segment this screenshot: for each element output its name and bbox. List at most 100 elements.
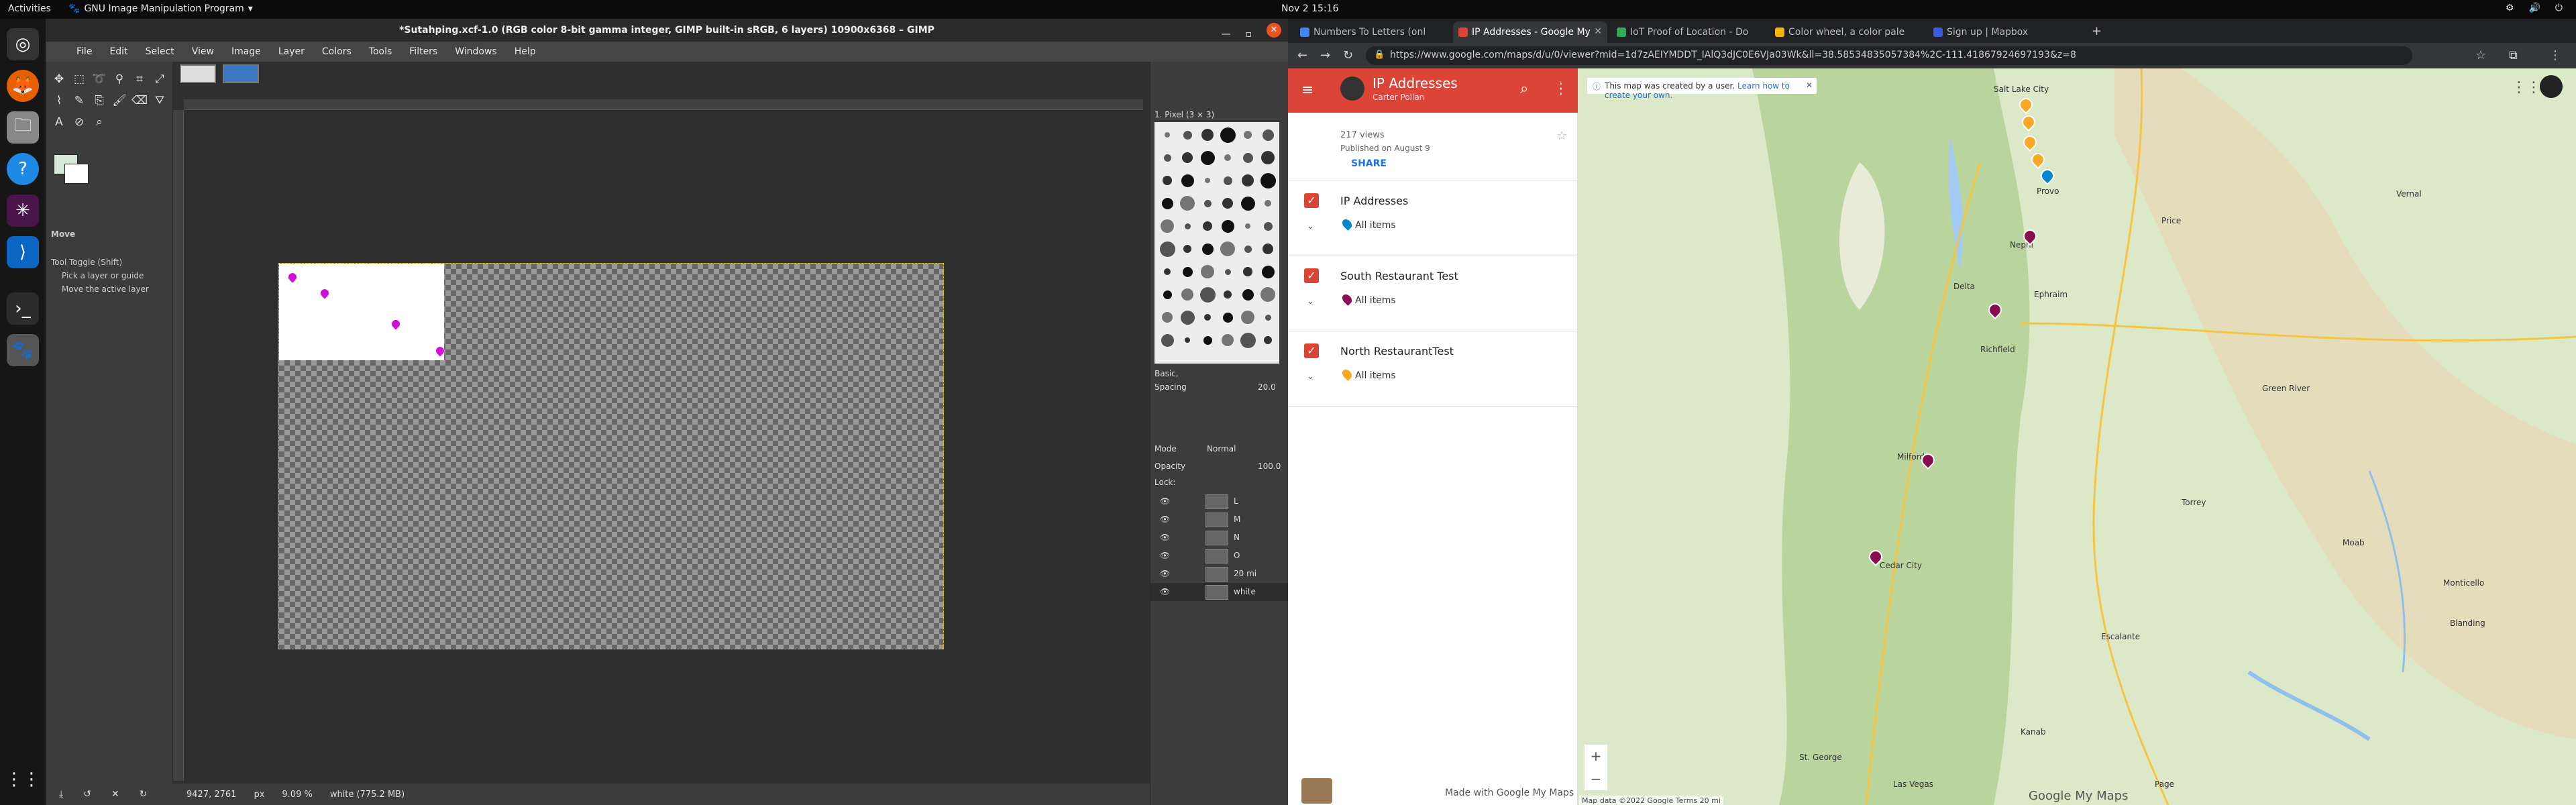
- menu-icon[interactable]: ⋮: [2549, 48, 2561, 62]
- image-tab[interactable]: [223, 64, 259, 83]
- close-icon[interactable]: ✕: [1806, 80, 1813, 90]
- spacing-value[interactable]: 20.0: [1258, 382, 1276, 392]
- menu-windows[interactable]: Windows: [455, 46, 497, 57]
- image-canvas[interactable]: [278, 263, 944, 649]
- eye-icon[interactable]: 👁: [1160, 569, 1170, 578]
- menu-tools[interactable]: Tools: [369, 46, 392, 57]
- author-thumbnail[interactable]: [1301, 778, 1332, 804]
- layer-items[interactable]: All items: [1355, 370, 1396, 381]
- map-author[interactable]: Carter Pollan: [1373, 93, 1424, 102]
- more-vert-icon[interactable]: ⋮: [1554, 80, 1568, 97]
- hamburger-icon[interactable]: ≡: [1301, 82, 1313, 99]
- back-icon[interactable]: ←: [1297, 48, 1307, 62]
- address-bar[interactable]: 🔒 https://www.google.com/maps/d/u/0/view…: [1366, 46, 2412, 65]
- brush-preview[interactable]: [1200, 150, 1215, 165]
- layer-name[interactable]: O: [1234, 551, 1240, 560]
- brush-preview[interactable]: [1205, 178, 1210, 183]
- brush-preview[interactable]: [1163, 154, 1171, 162]
- brush-preview[interactable]: [1181, 288, 1193, 301]
- system-tray[interactable]: ⚙ 🔊 ⏻: [2506, 3, 2563, 13]
- rect-select-icon[interactable]: ⬚: [71, 71, 87, 87]
- opacity-value[interactable]: 100.0: [1258, 462, 1281, 471]
- brush-preview[interactable]: [1222, 334, 1234, 346]
- layer-name[interactable]: L: [1234, 496, 1238, 506]
- share-button[interactable]: SHARE: [1351, 158, 1387, 169]
- brush-preview[interactable]: [1221, 219, 1234, 233]
- extensions-icon[interactable]: ⧉: [2509, 48, 2518, 62]
- warp-icon[interactable]: ⌇: [51, 93, 67, 109]
- brush-preview[interactable]: [1222, 312, 1233, 323]
- tab-mapbox[interactable]: Sign up | Mapbox: [1928, 21, 2082, 43]
- text-tool-icon[interactable]: A: [51, 114, 67, 130]
- brush-preview[interactable]: [1261, 151, 1275, 164]
- new-tab-icon[interactable]: +: [2092, 24, 2102, 38]
- brush-preview[interactable]: [1163, 176, 1172, 185]
- brush-preview[interactable]: [1222, 198, 1233, 209]
- bookmark-star-icon[interactable]: ☆: [2475, 48, 2486, 62]
- brush-preview[interactable]: [1183, 130, 1192, 140]
- brush-preview[interactable]: [1260, 172, 1276, 189]
- vscode-icon[interactable]: ⟩: [7, 236, 39, 268]
- chevron-down-icon[interactable]: ⌄: [1307, 221, 1314, 231]
- star-icon[interactable]: ☆: [1556, 129, 1567, 143]
- brush-preview[interactable]: [1264, 336, 1272, 344]
- pointer-icon[interactable]: ⤓: [59, 789, 63, 800]
- option-pick-layer[interactable]: Pick a layer or guide: [62, 271, 144, 280]
- menu-select[interactable]: Select: [146, 46, 174, 57]
- activities-button[interactable]: Activities: [8, 3, 51, 14]
- brush-preview[interactable]: [1244, 245, 1252, 253]
- background-color[interactable]: [64, 164, 89, 184]
- brush-preview[interactable]: [1262, 129, 1274, 141]
- zoom-tool-icon[interactable]: ⌕: [91, 114, 107, 130]
- brush-preview[interactable]: [1182, 152, 1193, 163]
- close-icon[interactable]: ✕: [1267, 23, 1281, 38]
- made-with-footer[interactable]: Made with Google My Maps: [1445, 788, 1574, 798]
- menu-view[interactable]: View: [192, 46, 214, 57]
- app-menu[interactable]: 🐾 GNU Image Manipulation Program ▾: [68, 3, 253, 14]
- ubuntu-icon[interactable]: ◎: [7, 28, 39, 60]
- eye-icon[interactable]: 👁: [1160, 587, 1170, 596]
- brush-preview[interactable]: [1220, 241, 1235, 256]
- brush-preview[interactable]: [1165, 132, 1170, 138]
- menu-image[interactable]: Image: [231, 46, 261, 57]
- brush-preview[interactable]: [1263, 244, 1273, 254]
- chevron-down-icon[interactable]: ⌄: [1307, 297, 1314, 307]
- fuzzy-select-icon[interactable]: ⚲: [111, 71, 127, 87]
- clone-icon[interactable]: ⎘: [91, 93, 107, 109]
- brush-preview[interactable]: [1184, 223, 1191, 229]
- close-icon[interactable]: ✕: [1594, 26, 1602, 37]
- brush-preview[interactable]: [1242, 288, 1254, 301]
- eye-icon[interactable]: 👁: [1160, 551, 1170, 560]
- vertical-ruler[interactable]: [173, 110, 184, 781]
- eye-icon[interactable]: 👁: [1160, 533, 1170, 542]
- brush-preview[interactable]: [1201, 129, 1214, 141]
- brush-preview[interactable]: [1223, 176, 1232, 185]
- crop-icon[interactable]: ⌗: [131, 71, 148, 87]
- brush-preview[interactable]: [1181, 174, 1194, 187]
- horizontal-ruler[interactable]: [184, 99, 1143, 110]
- undo-icon[interactable]: ↺: [83, 789, 91, 800]
- menu-colors[interactable]: Colors: [322, 46, 352, 57]
- brush-preview[interactable]: [1242, 152, 1253, 163]
- brush-preview[interactable]: [1243, 267, 1252, 276]
- brush-preview[interactable]: [1261, 265, 1275, 278]
- terminal-icon[interactable]: ›_: [7, 292, 39, 325]
- brush-preview[interactable]: [1164, 268, 1171, 275]
- account-avatar[interactable]: [2540, 75, 2563, 98]
- brush-preview[interactable]: [1220, 127, 1236, 143]
- unit-select[interactable]: px: [254, 790, 264, 800]
- forward-icon[interactable]: →: [1320, 48, 1330, 62]
- brush-preview[interactable]: [1224, 268, 1231, 275]
- eye-icon[interactable]: 👁: [1160, 496, 1170, 506]
- brush-preview[interactable]: [1201, 265, 1214, 278]
- layer-row[interactable]: 👁 white: [1150, 583, 1289, 601]
- brush-preview[interactable]: [1240, 332, 1256, 348]
- tab-iot-proof[interactable]: IoT Proof of Location - Do: [1611, 21, 1766, 43]
- layer-row[interactable]: 👁 L: [1150, 492, 1289, 511]
- menu-edit[interactable]: Edit: [109, 46, 127, 57]
- layer-row[interactable]: 👁 O: [1150, 547, 1289, 565]
- zoom-select[interactable]: 9.09 %: [282, 790, 312, 800]
- brush-preset[interactable]: Basic,: [1155, 369, 1179, 378]
- brush-preview[interactable]: [1203, 221, 1212, 231]
- brush-preview[interactable]: [1241, 311, 1254, 324]
